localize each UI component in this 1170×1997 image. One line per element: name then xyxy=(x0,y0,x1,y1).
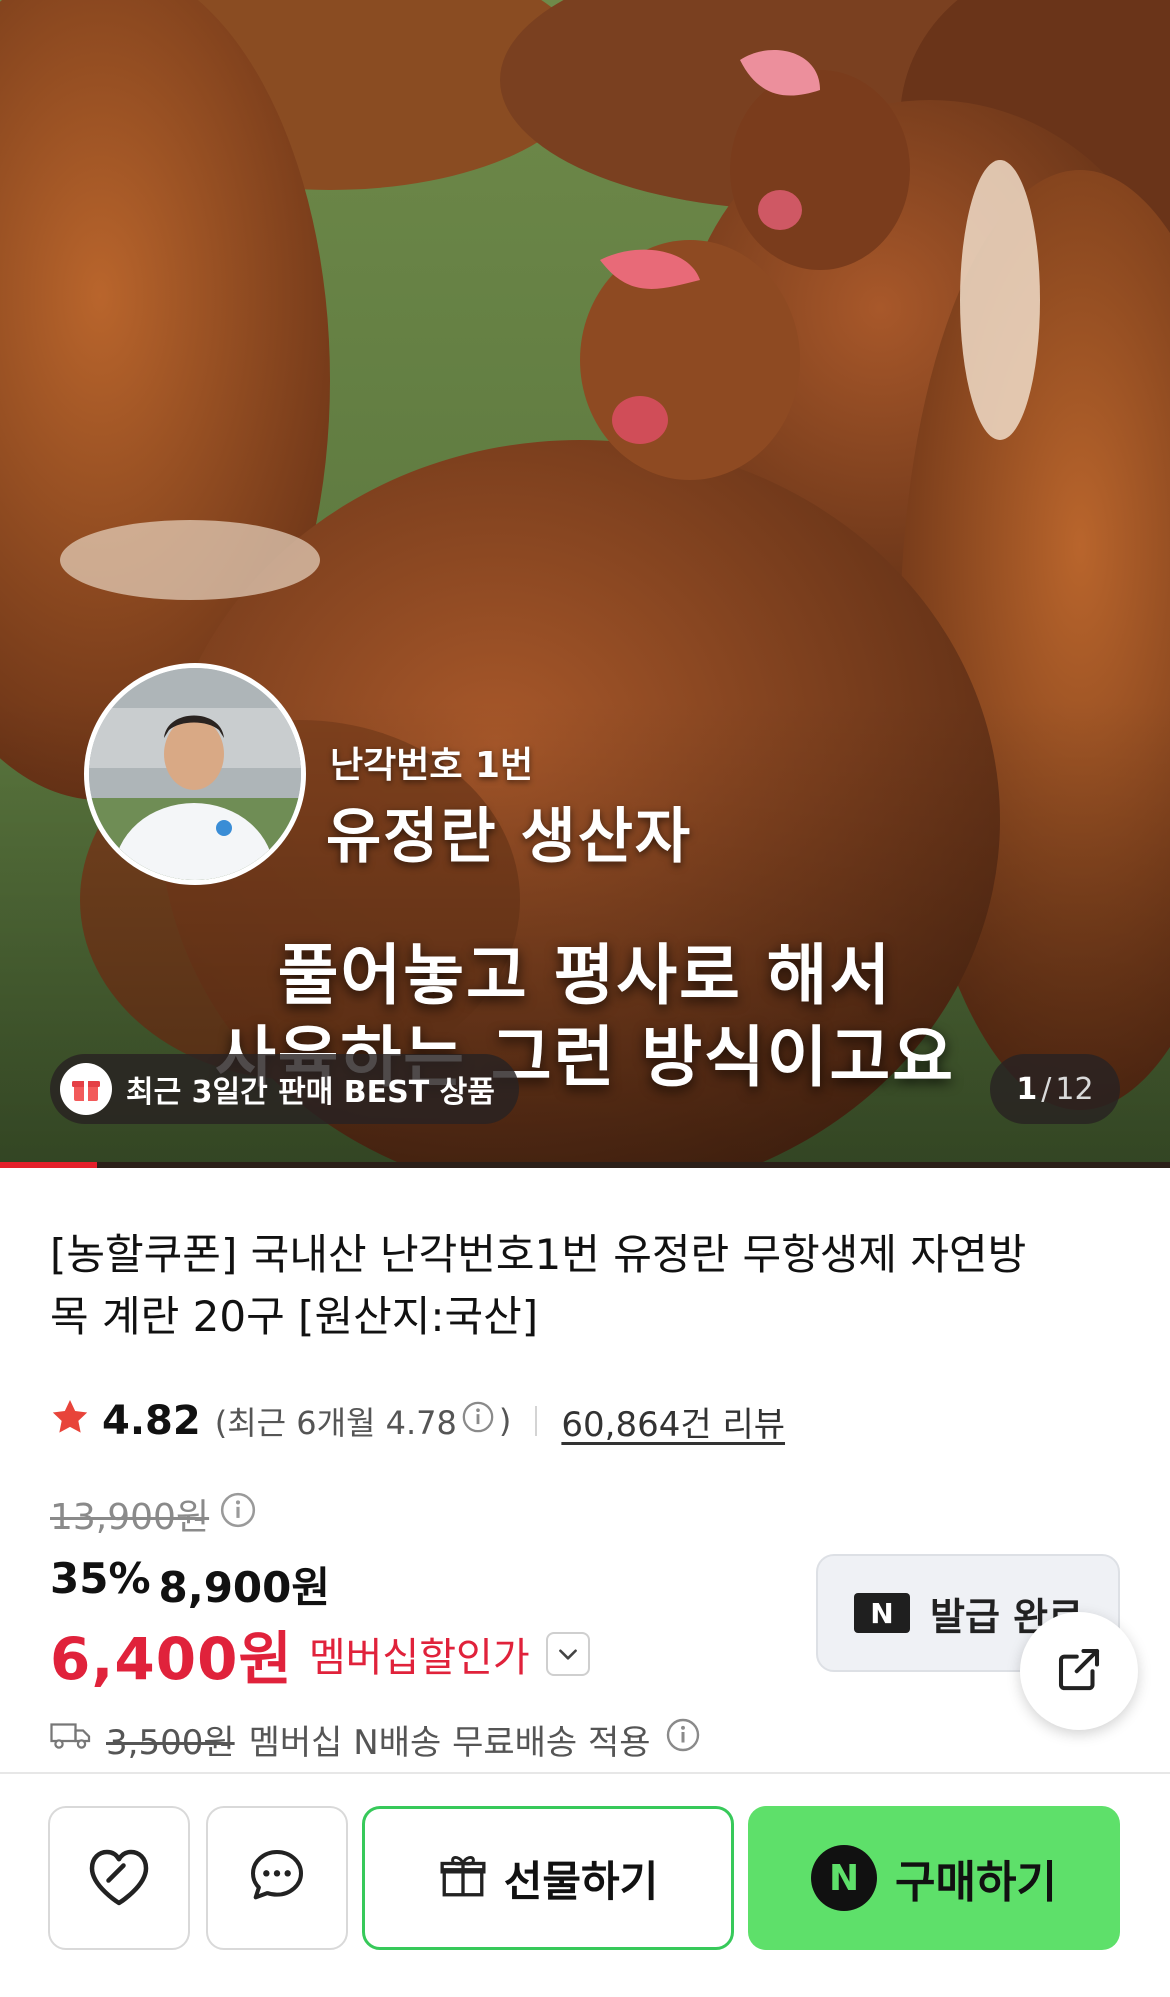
recent-rating: (최근 6개월 4.78 ) xyxy=(214,1398,512,1444)
present-icon xyxy=(438,1851,488,1905)
heart-icon xyxy=(82,1843,156,1913)
chevron-down-icon[interactable] xyxy=(545,1632,590,1676)
rating-row: 4.82 (최근 6개월 4.78 ) 60,864건 리뷰 xyxy=(50,1396,785,1446)
member-price: 6,400원 xyxy=(50,1625,293,1693)
original-price: 13,900원 xyxy=(50,1488,257,1540)
shipping-row: 3,500원 멤버십 N배송 무료배송 적용 xyxy=(50,1712,701,1766)
info-icon[interactable] xyxy=(219,1491,257,1538)
gift-button[interactable]: 선물하기 xyxy=(362,1806,734,1950)
talk-talk-button[interactable] xyxy=(206,1806,348,1950)
naver-coupon-icon: N xyxy=(854,1593,910,1633)
gallery-page-current: 1 xyxy=(1016,1071,1038,1107)
producer-portrait xyxy=(89,668,301,880)
gift-icon xyxy=(60,1063,112,1115)
buy-button-label: 구매하기 xyxy=(895,1857,1057,1908)
shipping-fee: 3,500원 xyxy=(106,1722,235,1763)
bottom-action-bar: 선물하기 N 구매하기 xyxy=(0,1774,1170,1997)
producer-avatar xyxy=(84,663,306,885)
chat-icon xyxy=(245,1844,309,1912)
rating-score: 4.82 xyxy=(102,1398,201,1444)
gallery-progress-track xyxy=(0,1162,1170,1168)
gift-button-label: 선물하기 xyxy=(503,1856,659,1906)
review-count-link[interactable]: 60,864건 리뷰 xyxy=(561,1397,785,1446)
product-title: [농할쿠폰] 국내산 난각번호1번 유정란 무항생제 자연방목 계란 20구 [… xyxy=(50,1230,1027,1341)
gallery-page-separator: / xyxy=(1041,1071,1052,1107)
gallery-page-total: 12 xyxy=(1055,1071,1094,1107)
info-icon[interactable] xyxy=(461,1400,495,1442)
producer-name: 유정란 생산자 xyxy=(326,802,693,872)
truck-icon xyxy=(50,1719,92,1759)
member-price-row: 6,400원 멤버십할인가 xyxy=(50,1612,590,1696)
best-seller-badge: 최근 3일간 판매 BEST 상품 xyxy=(50,1054,519,1124)
share-button[interactable] xyxy=(1020,1612,1138,1730)
share-icon xyxy=(1052,1642,1106,1700)
original-price-value: 13,900원 xyxy=(50,1497,210,1538)
member-price-label: 멤버십할인가 xyxy=(308,1635,530,1681)
recent-rating-text: (최근 6개월 4.78 xyxy=(214,1404,457,1442)
star-icon xyxy=(50,1397,90,1446)
product-image-gallery[interactable]: 난각번호 1번 유정란 생산자 풀어놓고 평사로 해서 사육하는 그런 방식이고… xyxy=(0,0,1170,1168)
buy-button[interactable]: N 구매하기 xyxy=(748,1806,1120,1950)
sale-price-row: 35% 8,900원 xyxy=(50,1554,330,1615)
wishlist-button[interactable] xyxy=(48,1806,190,1950)
shipping-note: 멤버십 N배송 무료배송 적용 xyxy=(248,1722,651,1763)
naver-pay-icon: N xyxy=(811,1845,878,1911)
recent-rating-close: ) xyxy=(498,1402,512,1440)
best-seller-label: 최근 3일간 판매 BEST 상품 xyxy=(126,1075,495,1110)
discount-rate: 35% xyxy=(50,1554,151,1603)
rating-divider xyxy=(535,1406,538,1436)
gallery-progress-fill xyxy=(0,1162,98,1168)
gallery-page-counter: 1 / 12 xyxy=(990,1054,1120,1124)
info-icon[interactable] xyxy=(665,1717,701,1762)
sale-price: 8,900원 xyxy=(158,1563,331,1612)
producer-tag: 난각번호 1번 xyxy=(330,745,534,786)
